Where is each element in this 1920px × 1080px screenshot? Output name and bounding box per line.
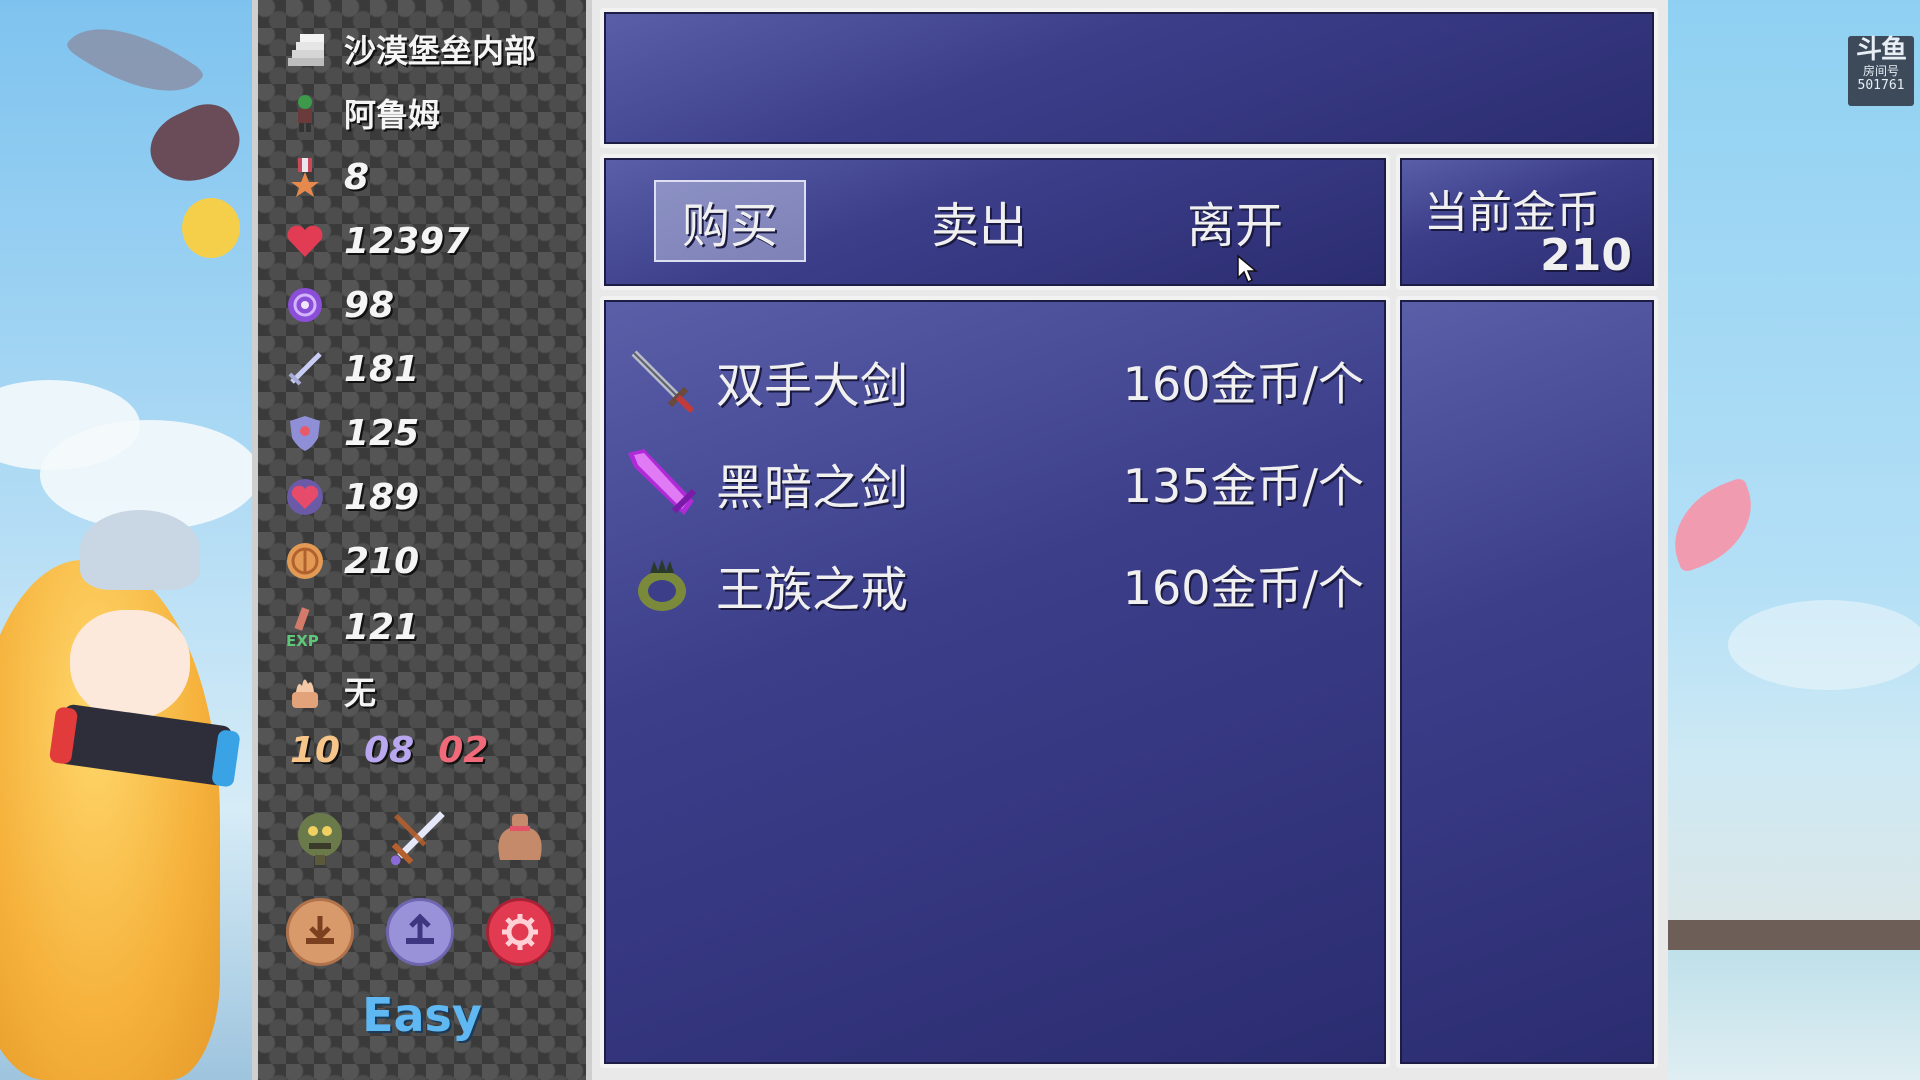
hero-name: 阿鲁姆 — [344, 96, 441, 134]
system-buttons — [286, 898, 554, 966]
hero-row: 阿鲁姆 — [284, 88, 440, 138]
magic-defense-value: 189 — [344, 476, 420, 518]
save-icon[interactable] — [286, 898, 354, 966]
location-row: 沙漠堡垒内部 — [284, 24, 536, 74]
equipment-value: 无 — [344, 674, 377, 712]
petal-art — [1668, 476, 1768, 574]
red-key-count: 02 — [438, 730, 489, 771]
monster-manual-icon[interactable] — [286, 802, 354, 870]
svg-text:EXP: EXP — [286, 632, 319, 648]
gold-window: 当前金币 210 — [1396, 154, 1658, 290]
mana-value: 98 — [344, 284, 395, 326]
magic-heart-icon — [284, 476, 326, 518]
exp-icon: EXP — [284, 606, 326, 648]
stairs-icon — [284, 28, 326, 70]
hero-avatar-icon — [284, 92, 326, 134]
exp-value: 121 — [344, 606, 420, 648]
royal-ring-icon — [624, 547, 700, 623]
level-row: 8 — [284, 152, 369, 202]
buy-button[interactable]: 购买 — [654, 180, 806, 262]
goods-price: 160金币/个 — [1122, 357, 1364, 411]
character-art — [70, 610, 190, 720]
mouse-cursor-icon — [1236, 254, 1259, 288]
goods-item[interactable]: 王族之戒 160金币/个 — [624, 542, 1364, 628]
key-counts: 10 08 02 — [290, 730, 488, 771]
equipment-row: 无 — [284, 666, 376, 716]
exp-row: EXP 121 — [284, 602, 419, 652]
chick-art — [182, 198, 240, 258]
sell-button[interactable]: 卖出 — [904, 180, 1054, 262]
heart-icon — [284, 220, 326, 262]
medal-icon — [284, 156, 326, 198]
magic-defense-row: 189 — [284, 472, 419, 522]
sword-icon[interactable] — [386, 802, 454, 870]
difficulty-label: Easy — [362, 988, 482, 1042]
stream-room-badge: 斗鱼 房间号 501761 — [1848, 36, 1914, 106]
magic-orb-icon — [284, 284, 326, 326]
goods-price: 160金币/个 — [1122, 561, 1364, 615]
goods-list-window: 双手大剑 160金币/个 黑暗之剑 135金币/个 王族之戒 160金币/个 — [600, 296, 1390, 1068]
flame-pot-icon — [284, 670, 326, 712]
gold-value: 210 — [344, 540, 420, 582]
room-label: 房间号 — [1862, 64, 1899, 78]
leave-button[interactable]: 离开 — [1160, 180, 1310, 262]
room-number: 501761 — [1857, 78, 1905, 93]
shop-command-window: 购买 卖出 离开 — [600, 154, 1390, 290]
douyu-logo: 斗鱼 — [1855, 35, 1907, 65]
goods-item[interactable]: 双手大剑 160金币/个 — [624, 338, 1364, 424]
item-bag-icon[interactable] — [486, 802, 554, 870]
attack-sword-icon — [284, 348, 326, 390]
level-value: 8 — [344, 156, 370, 198]
attack-row: 181 — [284, 344, 419, 394]
current-gold-value: 210 — [1540, 230, 1632, 281]
goods-price: 135金币/个 — [1122, 459, 1364, 513]
tool-buttons — [286, 802, 554, 870]
blue-key-count: 08 — [364, 730, 415, 771]
defense-row: 125 — [284, 408, 419, 458]
gold-row: 210 — [284, 536, 419, 586]
location-name: 沙漠堡垒内部 — [344, 32, 537, 70]
goods-name: 双手大剑 — [716, 358, 909, 414]
hp-value: 12397 — [344, 220, 470, 262]
item-detail-window — [1396, 296, 1658, 1068]
dark-sword-icon — [624, 445, 700, 521]
defense-value: 125 — [344, 412, 420, 454]
mana-row: 98 — [284, 280, 394, 330]
status-panel: 沙漠堡垒内部 阿鲁姆 8 12397 98 181 125 189 210 EX… — [252, 0, 592, 1080]
background-art-left — [0, 0, 252, 1080]
attack-value: 181 — [344, 348, 420, 390]
hp-row: 12397 — [284, 216, 469, 266]
background-art-right — [1668, 0, 1920, 1080]
goods-item[interactable]: 黑暗之剑 135金币/个 — [624, 440, 1364, 526]
settings-icon[interactable] — [486, 898, 554, 966]
yellow-key-count: 10 — [290, 730, 341, 771]
greatsword-icon — [624, 343, 700, 419]
load-icon[interactable] — [386, 898, 454, 966]
gold-coin-icon — [284, 540, 326, 582]
shop-title-window — [600, 8, 1658, 148]
goods-name: 王族之戒 — [716, 562, 909, 618]
shield-icon — [284, 412, 326, 454]
goods-name: 黑暗之剑 — [716, 460, 909, 516]
